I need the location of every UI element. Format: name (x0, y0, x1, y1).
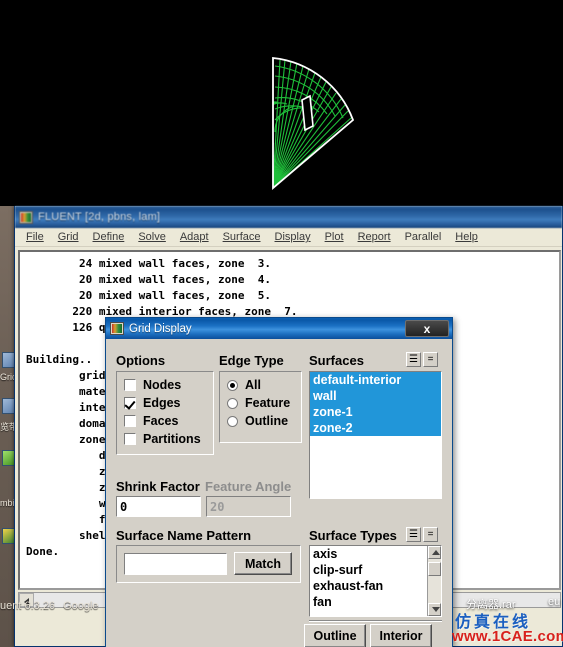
grid-mesh-display (255, 48, 375, 198)
desktop-label-eu: eu (548, 596, 561, 608)
mesh-slot (301, 94, 314, 132)
radio-outline-icon[interactable] (227, 415, 238, 427)
list-item[interactable]: default-interior (310, 372, 441, 388)
checkbox-row-partitions[interactable]: Partitions (124, 430, 212, 448)
surface-types-group-label: Surface Types (309, 528, 397, 543)
surface-types-listbox[interactable]: axis clip-surf exhaust-fan fan (309, 545, 442, 617)
checkbox-label-nodes: Nodes (143, 378, 182, 392)
list-item[interactable]: exhaust-fan (310, 578, 427, 594)
interior-button[interactable]: Interior (370, 624, 432, 647)
list-item[interactable]: axis (310, 546, 427, 562)
menu-label-adapt: Adapt (179, 231, 209, 243)
menu-label-surface: Surface (222, 231, 261, 243)
grid-display-title: Grid Display (129, 322, 192, 335)
menu-item-surface[interactable]: Surface (216, 230, 268, 244)
menu-item-define[interactable]: Define (86, 230, 132, 244)
list-item[interactable]: fan (310, 594, 427, 610)
scroll-up-arrow-icon[interactable] (428, 546, 441, 559)
radio-feature-icon[interactable] (227, 397, 238, 409)
checkbox-row-edges[interactable]: Edges (124, 394, 212, 412)
scrollbar-thumb[interactable] (428, 562, 441, 576)
surface-types-list-buttons: ☰ = (406, 527, 438, 542)
desktop-label-mbi: mbi (0, 498, 15, 508)
surface-name-pattern-input[interactable] (124, 553, 227, 575)
surfaces-listbox[interactable]: default-interior wall zone-1 zone-2 (309, 371, 442, 499)
options-group-label: Options (116, 353, 166, 368)
list-menu-icon[interactable]: ☰ (406, 527, 421, 542)
radio-row-outline[interactable]: Outline (227, 412, 302, 430)
fluent-app-icon (19, 210, 33, 224)
menu-item-report[interactable]: Report (351, 230, 398, 244)
menu-label-define: Define (92, 231, 125, 243)
feature-angle-label: Feature Angle (205, 479, 292, 494)
menu-label-help: Help (455, 231, 478, 243)
menu-item-parallel[interactable]: Parallel (398, 230, 449, 244)
menu-label-display: Display (274, 231, 311, 243)
menu-item-plot[interactable]: Plot (318, 230, 351, 244)
menu-label-parallel: Parallel (404, 231, 442, 243)
feature-angle-input: 20 (206, 496, 291, 517)
shrink-factor-input[interactable]: 0 (116, 496, 201, 517)
list-item[interactable]: clip-surf (310, 562, 427, 578)
radio-all-icon[interactable] (227, 379, 238, 391)
surface-types-scrollbar[interactable] (427, 546, 441, 616)
checkbox-label-partitions: Partitions (143, 432, 201, 446)
list-item[interactable]: zone-2 (310, 420, 441, 436)
menu-label-report: Report (357, 231, 391, 243)
radio-row-feature[interactable]: Feature (227, 394, 302, 412)
grid-display-icon (110, 322, 124, 335)
close-icon[interactable]: x (405, 320, 449, 337)
checkbox-nodes-icon[interactable] (124, 379, 136, 391)
checkbox-row-nodes[interactable]: Nodes (124, 376, 212, 394)
menu-item-file[interactable]: File (19, 230, 51, 244)
surface-types-divider (309, 620, 442, 622)
list-item[interactable]: wall (310, 388, 441, 404)
radio-label-feature: Feature (245, 396, 291, 410)
screen-root: Grid 览带 mbi FLUENT [2d, pbns, lam] File … (0, 0, 563, 647)
list-menu-icon[interactable]: ☰ (406, 352, 421, 367)
outline-button[interactable]: Outline (304, 624, 366, 647)
match-button[interactable]: Match (234, 552, 292, 575)
equal-icon[interactable]: = (423, 352, 438, 367)
surface-name-pattern-label: Surface Name Pattern (116, 528, 252, 543)
surfaces-group-label: Surfaces (309, 353, 364, 368)
grid-display-titlebar[interactable]: Grid Display x (106, 318, 452, 339)
equal-icon[interactable]: = (423, 527, 438, 542)
grid-display-dialog: Grid Display x Options Nodes Edges Faces (105, 317, 453, 647)
edge-type-group-label: Edge Type (219, 353, 284, 368)
surfaces-list-buttons: ☰ = (406, 352, 438, 367)
menu-item-solve[interactable]: Solve (131, 230, 173, 244)
checkbox-edges-icon[interactable] (124, 397, 136, 409)
checkbox-label-faces: Faces (143, 414, 179, 428)
mesh-svg (272, 57, 355, 190)
menu-label-file: File (26, 231, 44, 243)
watermark-url: www.1CAE.com (452, 628, 563, 645)
radio-label-all: All (245, 378, 261, 392)
checkbox-row-faces[interactable]: Faces (124, 412, 212, 430)
menu-item-adapt[interactable]: Adapt (173, 230, 216, 244)
graphics-window (0, 0, 563, 206)
fluent-window-title: FLUENT [2d, pbns, lam] (38, 211, 161, 223)
fluent-titlebar[interactable]: FLUENT [2d, pbns, lam] (15, 206, 562, 228)
radio-label-outline: Outline (245, 414, 289, 428)
taskbar[interactable]: uent 6.3.26 Google (0, 596, 105, 616)
fluent-menubar: File Grid Define Solve Adapt Surface Dis… (15, 228, 562, 247)
menu-label-grid: Grid (57, 231, 79, 243)
taskbar-item-google[interactable]: Google (63, 600, 98, 612)
menu-item-grid[interactable]: Grid (51, 230, 86, 244)
list-item[interactable]: zone-1 (310, 404, 441, 420)
menu-label-plot: Plot (324, 231, 344, 243)
checkbox-partitions-icon[interactable] (124, 433, 136, 445)
radio-row-all[interactable]: All (227, 376, 302, 394)
menu-label-solve: Solve (138, 231, 166, 243)
menu-item-display[interactable]: Display (268, 230, 318, 244)
checkbox-faces-icon[interactable] (124, 415, 136, 427)
checkbox-label-edges: Edges (143, 396, 181, 410)
scroll-down-arrow-icon[interactable] (428, 603, 441, 616)
shrink-factor-label: Shrink Factor (116, 479, 200, 494)
grid-display-body: Options Nodes Edges Faces Partitions Edg… (106, 339, 452, 647)
menu-item-help[interactable]: Help (448, 230, 485, 244)
taskbar-item-fluent[interactable]: uent 6.3.26 (0, 600, 55, 612)
